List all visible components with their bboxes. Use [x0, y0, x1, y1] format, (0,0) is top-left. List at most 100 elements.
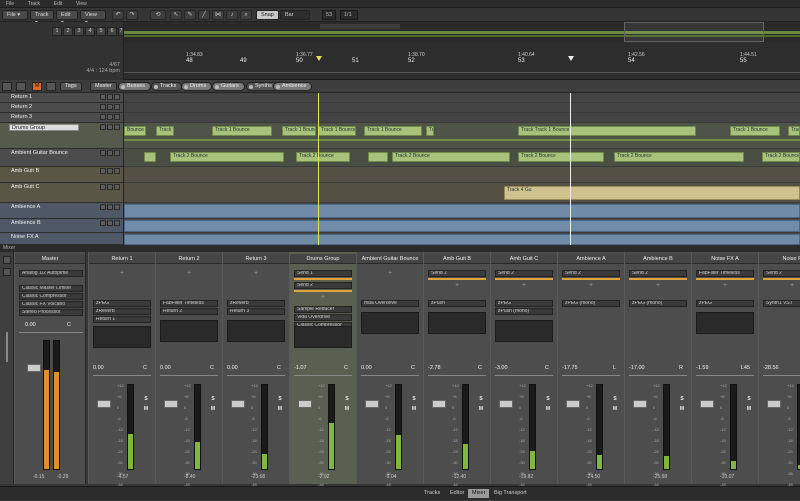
solo-button[interactable]: S	[478, 396, 484, 402]
track-name[interactable]: Return 1	[9, 94, 79, 101]
track-lane[interactable]	[124, 167, 800, 183]
plugin-slot[interactable]: mda Overdrive	[361, 300, 419, 307]
track-name[interactable]: Amb Guit C	[9, 184, 79, 191]
track-header[interactable]: Return 1	[0, 93, 124, 103]
volume-value[interactable]: -28.56	[763, 365, 779, 371]
volume-value[interactable]: 0.00	[25, 322, 36, 328]
pan-slider[interactable]	[763, 375, 800, 376]
solo-icon[interactable]	[107, 168, 113, 174]
mute-button[interactable]: M	[478, 406, 484, 412]
add-send-icon[interactable]: +	[558, 282, 624, 289]
plugin-slot[interactable]: zPEG (mono)	[629, 300, 687, 307]
volume-value[interactable]: -1.59	[696, 365, 709, 371]
plugin-slot[interactable]: zPEG	[93, 300, 151, 307]
track-header[interactable]: Ambience A	[0, 203, 124, 219]
volume-value[interactable]: 0.00	[361, 365, 372, 371]
plugin-slot[interactable]: Sample Reducer	[294, 306, 352, 313]
send-slot[interactable]: Send 2	[495, 270, 553, 277]
clip[interactable]: Track 2 Bounce	[518, 152, 604, 162]
volume-fader[interactable]	[633, 400, 647, 408]
send-slot[interactable]: Send 2	[428, 270, 486, 277]
settings-icon[interactable]	[3, 256, 11, 264]
plugin-slot[interactable]: Synth1 VST	[763, 300, 800, 307]
send-level[interactable]	[763, 278, 800, 280]
track-header[interactable]: Drums Group	[0, 123, 124, 149]
solo-button[interactable]: S	[746, 396, 752, 402]
arm-icon[interactable]	[114, 124, 120, 130]
track-name[interactable]: Return 2	[9, 104, 79, 111]
redo-icon[interactable]: ↷	[126, 10, 138, 20]
strip-name[interactable]: Ambient Guitar Bounce	[357, 254, 423, 264]
send-level[interactable]	[495, 278, 553, 280]
add-send-icon[interactable]: +	[290, 294, 356, 301]
pan-slider[interactable]	[160, 375, 218, 376]
eq-display[interactable]	[93, 326, 151, 348]
snap-button[interactable]: Snap	[256, 10, 279, 20]
mute-tool-icon[interactable]: ♪	[226, 10, 238, 20]
clip[interactable]: Track 1 Bounce	[788, 126, 800, 136]
zoom-slider[interactable]	[6, 332, 8, 362]
send-level[interactable]	[294, 278, 352, 280]
grid-select[interactable]: Bar	[280, 10, 310, 20]
clip[interactable]	[368, 152, 388, 162]
tag-drums[interactable]: Drums	[181, 82, 213, 91]
volume-value[interactable]: -1.07	[294, 365, 307, 371]
send-level[interactable]	[696, 278, 754, 280]
send-slot[interactable]: Send 2	[562, 270, 620, 277]
pan-value[interactable]: C	[545, 365, 549, 371]
clip[interactable]: Track Track 1 Bounce	[518, 126, 696, 136]
volume-value[interactable]: 0.00	[93, 365, 104, 371]
position-field[interactable]: 53	[322, 10, 336, 20]
volume-fader[interactable]	[432, 400, 446, 408]
pan-value[interactable]: C	[344, 365, 348, 371]
pan-value[interactable]: C	[277, 365, 281, 371]
track-lane[interactable]: Track 2 Bounce Track 2 Bounce Track 2 Bo…	[124, 149, 800, 167]
strip-name[interactable]: Ambience A	[558, 254, 624, 264]
solo-all-icon[interactable]	[46, 82, 56, 91]
arm-icon[interactable]	[114, 104, 120, 110]
track-number-button[interactable]: 3	[74, 27, 84, 36]
track-lane[interactable]	[124, 219, 800, 233]
tab-tracks[interactable]: Tracks	[420, 489, 444, 498]
add-send-icon[interactable]: +	[357, 270, 423, 277]
solo-button[interactable]: S	[612, 396, 618, 402]
add-send-icon[interactable]: +	[223, 270, 289, 277]
mute-icon[interactable]	[100, 184, 106, 190]
eq-display[interactable]	[696, 312, 754, 334]
volume-fader[interactable]	[97, 400, 111, 408]
undo-icon[interactable]: ↶	[112, 10, 124, 20]
volume-value[interactable]: -17.75	[562, 365, 578, 371]
pan-slider[interactable]	[93, 375, 151, 376]
clip[interactable]	[124, 234, 800, 245]
volume-value[interactable]: -17.00	[629, 365, 645, 371]
solo-icon[interactable]	[107, 220, 113, 226]
plugin-slot[interactable]: Classic Compressor	[19, 293, 83, 300]
file-menu-button[interactable]: File ▾	[2, 10, 28, 20]
pan-slider[interactable]	[294, 375, 352, 376]
mute-button[interactable]: M	[344, 406, 350, 412]
strip-name[interactable]: Amb Guit C	[491, 254, 557, 264]
clip[interactable]: Track 1 Bounce	[426, 126, 434, 136]
pan-value[interactable]: R	[679, 365, 683, 371]
pan-value[interactable]: C	[478, 365, 482, 371]
send-slot[interactable]: Send 1	[294, 270, 352, 277]
plugin-slot[interactable]: Classic FX Volcano	[19, 301, 83, 308]
solo-button[interactable]: S	[143, 396, 149, 402]
plugin-slot[interactable]: FabFilter Timeless	[160, 300, 218, 307]
send-level[interactable]	[294, 290, 352, 292]
mute-button[interactable]: M	[411, 406, 417, 412]
mute-button[interactable]: M	[746, 406, 752, 412]
track-header[interactable]: Ambient Guitar Bounce	[0, 149, 124, 167]
tag-guitars[interactable]: Guitars	[212, 82, 245, 91]
track-lane[interactable]	[124, 103, 800, 113]
pan-value[interactable]: C	[143, 365, 147, 371]
plugin-slot[interactable]: zPush	[428, 300, 486, 307]
volume-fader[interactable]	[298, 400, 312, 408]
solo-button[interactable]: S	[545, 396, 551, 402]
track-header[interactable]: Noise FX A	[0, 233, 124, 245]
solo-icon[interactable]	[107, 150, 113, 156]
pan-slider[interactable]	[428, 375, 486, 376]
mute-button[interactable]: M	[210, 406, 216, 412]
plugin-slot[interactable]: zPush (mono)	[495, 308, 553, 315]
clip[interactable]: Track 1 Bounce	[212, 126, 272, 136]
